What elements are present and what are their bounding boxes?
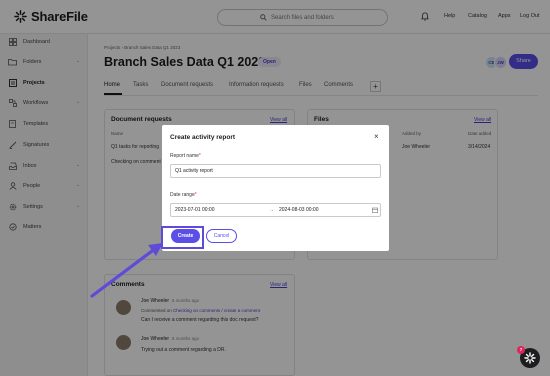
notification-count-badge: 7 xyxy=(517,346,525,354)
annotation-arrow-icon xyxy=(90,243,163,298)
